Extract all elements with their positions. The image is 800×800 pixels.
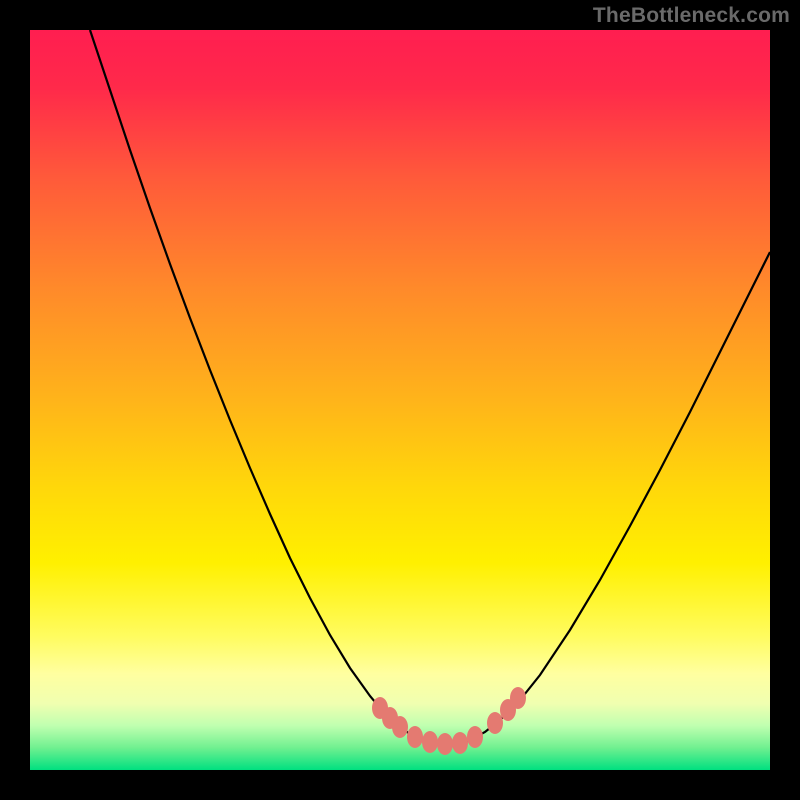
bottleneck-curve xyxy=(90,30,770,744)
flat-marker-3 xyxy=(392,716,408,738)
curve-svg xyxy=(30,30,770,770)
plot-area xyxy=(30,30,770,770)
curve-markers xyxy=(372,687,526,755)
flat-marker-4 xyxy=(407,726,423,748)
flat-marker-5 xyxy=(422,731,438,753)
flat-marker-6 xyxy=(437,733,453,755)
watermark-text: TheBottleneck.com xyxy=(593,4,790,28)
chart-frame: TheBottleneck.com xyxy=(0,0,800,800)
flat-marker-11 xyxy=(510,687,526,709)
flat-marker-7 xyxy=(452,732,468,754)
flat-marker-9 xyxy=(487,712,503,734)
flat-marker-8 xyxy=(467,726,483,748)
